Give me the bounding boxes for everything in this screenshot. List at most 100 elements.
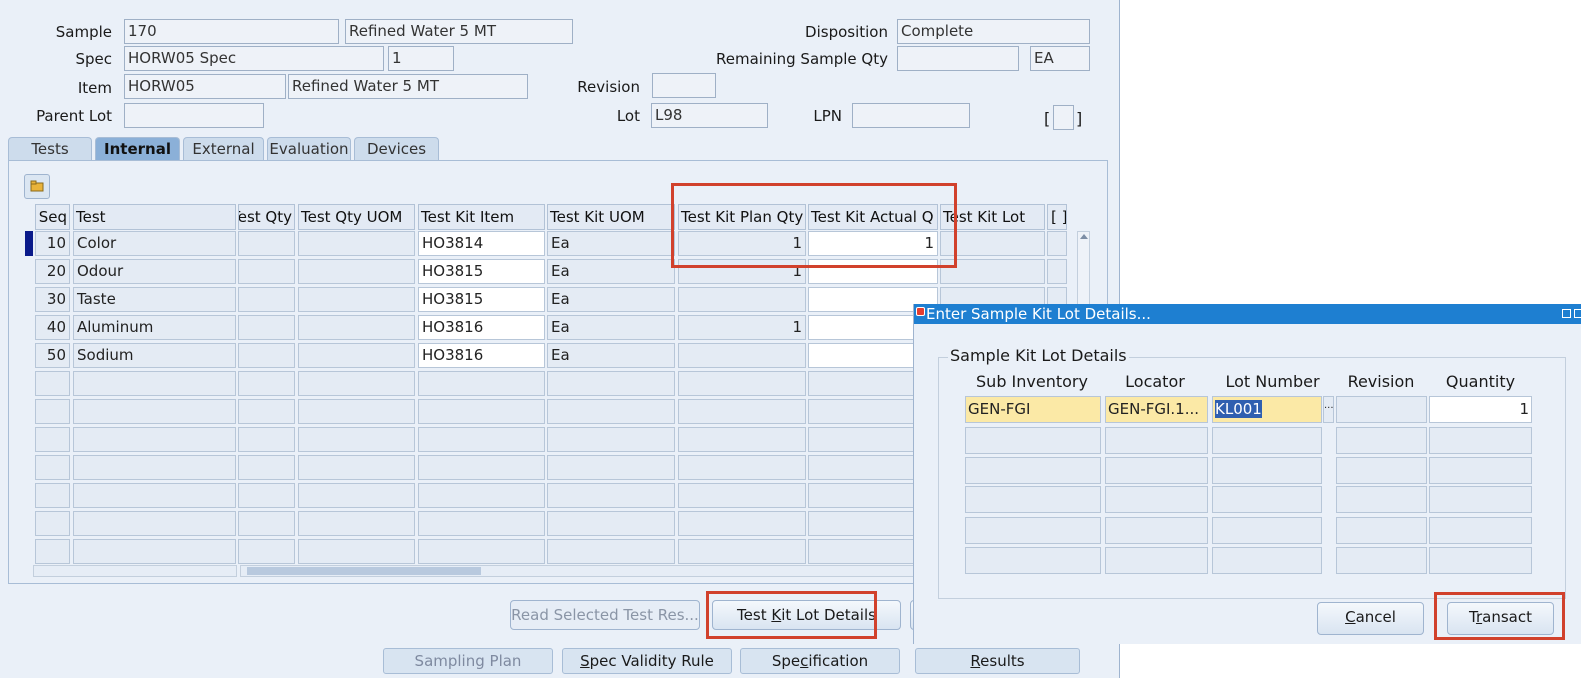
seq-cell[interactable]	[35, 371, 70, 396]
column-header-test-kit-uom[interactable]: Test Kit UOM	[547, 204, 675, 230]
cancel-button[interactable]: Cancel	[1317, 602, 1424, 635]
spec-validity-rule-button[interactable]: Spec Validity Rule	[562, 648, 732, 674]
test-qty-uom-cell[interactable]	[298, 427, 415, 452]
test-qty-cell[interactable]	[238, 399, 295, 424]
dialog-title-bar[interactable]: Enter Sample Kit Lot Details...	[914, 304, 1581, 324]
test-qty-cell[interactable]	[238, 315, 295, 340]
test-cell[interactable]: Sodium	[73, 343, 236, 368]
test-kit-uom-cell[interactable]: Ea	[547, 287, 675, 312]
dialog-close-icon[interactable]	[916, 307, 925, 316]
row-flexfield-cell[interactable]	[1047, 259, 1067, 284]
test-qty-uom-cell[interactable]	[298, 315, 415, 340]
test-kit-uom-cell[interactable]	[547, 539, 675, 564]
row-indicator[interactable]	[25, 371, 33, 396]
lot-number-cell[interactable]: KL001	[1212, 396, 1322, 423]
test-qty-uom-cell[interactable]	[298, 231, 415, 256]
test-qty-uom-cell[interactable]	[298, 399, 415, 424]
results-button[interactable]: Results	[915, 648, 1080, 674]
test-qty-cell[interactable]	[238, 231, 295, 256]
test-cell[interactable]	[73, 539, 236, 564]
tab-internal[interactable]: Internal	[95, 137, 180, 160]
seq-cell[interactable]: 40	[35, 315, 70, 340]
horizontal-scroll-thumb[interactable]	[247, 567, 481, 575]
lot-field[interactable]: L98	[651, 103, 768, 128]
specification-button[interactable]: Specification	[740, 648, 900, 674]
item-description-field[interactable]: Refined Water 5 MT	[288, 74, 528, 99]
spec-version-field[interactable]: 1	[388, 46, 454, 71]
row-indicator[interactable]	[25, 343, 33, 368]
lot-number-cell[interactable]	[1212, 517, 1322, 544]
tab-tests[interactable]: Tests	[8, 137, 92, 160]
column-header-flexfield[interactable]: [ ]	[1047, 204, 1067, 230]
test-qty-uom-cell[interactable]	[298, 511, 415, 536]
quantity-cell[interactable]	[1429, 427, 1532, 454]
test-kit-item-cell[interactable]: HO3816	[418, 343, 545, 368]
test-qty-uom-cell[interactable]	[298, 287, 415, 312]
revision-field[interactable]	[652, 73, 716, 98]
seq-cell[interactable]	[35, 427, 70, 452]
test-kit-uom-cell[interactable]: Ea	[547, 343, 675, 368]
revision-cell[interactable]	[1336, 517, 1427, 544]
left-horizontal-scrollbar[interactable]	[33, 565, 237, 577]
sub-inventory-cell[interactable]: GEN-FGI	[965, 396, 1101, 423]
locator-cell[interactable]	[1105, 517, 1208, 544]
test-kit-item-cell[interactable]: HO3815	[418, 259, 545, 284]
test-cell[interactable]: Color	[73, 231, 236, 256]
quantity-cell[interactable]	[1429, 517, 1532, 544]
spec-field[interactable]: HORW05 Spec	[124, 46, 384, 71]
test-qty-uom-cell[interactable]	[298, 371, 415, 396]
column-header-test-kit-item[interactable]: Test Kit Item	[418, 204, 545, 230]
locator-cell[interactable]: GEN-FGI.1...	[1105, 396, 1208, 423]
lot-number-cell[interactable]	[1212, 427, 1322, 454]
test-cell[interactable]: Aluminum	[73, 315, 236, 340]
test-qty-cell[interactable]	[238, 455, 295, 480]
item-field[interactable]: HORW05	[124, 74, 286, 99]
sub-inventory-cell[interactable]	[965, 457, 1101, 484]
locator-cell[interactable]	[1105, 547, 1208, 574]
test-kit-uom-cell[interactable]	[547, 511, 675, 536]
test-kit-plan-qty-cell[interactable]	[678, 399, 806, 424]
sample-description-field[interactable]: Refined Water 5 MT	[345, 19, 573, 44]
column-header-test[interactable]: Test	[73, 204, 236, 230]
test-kit-plan-qty-cell[interactable]	[678, 511, 806, 536]
test-kit-item-cell[interactable]	[418, 511, 545, 536]
test-cell[interactable]	[73, 427, 236, 452]
test-kit-item-cell[interactable]: HO3815	[418, 287, 545, 312]
test-kit-item-cell[interactable]: HO3816	[418, 315, 545, 340]
test-qty-cell[interactable]	[238, 343, 295, 368]
test-kit-uom-cell[interactable]: Ea	[547, 231, 675, 256]
test-kit-plan-qty-cell[interactable]	[678, 343, 806, 368]
test-kit-uom-cell[interactable]: Ea	[547, 259, 675, 284]
quantity-cell[interactable]	[1429, 547, 1532, 574]
test-kit-plan-qty-cell[interactable]	[678, 427, 806, 452]
tab-evaluation[interactable]: Evaluation	[267, 137, 351, 160]
descriptive-flexfield[interactable]	[1053, 105, 1074, 130]
row-indicator[interactable]	[25, 427, 33, 452]
test-kit-uom-cell[interactable]	[547, 483, 675, 508]
column-header-seq[interactable]: Seq	[35, 204, 70, 230]
tab-external[interactable]: External	[183, 137, 264, 160]
test-qty-cell[interactable]	[238, 427, 295, 452]
column-header-test-qty-uom[interactable]: Test Qty UOM	[298, 204, 415, 230]
lot-number-cell[interactable]	[1212, 547, 1322, 574]
row-indicator[interactable]	[25, 231, 33, 256]
test-kit-item-cell[interactable]: HO3814	[418, 231, 545, 256]
seq-cell[interactable]: 10	[35, 231, 70, 256]
row-flexfield-cell[interactable]	[1047, 231, 1067, 256]
tab-devices[interactable]: Devices	[354, 137, 439, 160]
test-cell[interactable]	[73, 399, 236, 424]
dialog-minimize-icon[interactable]	[1562, 309, 1571, 318]
seq-cell[interactable]: 30	[35, 287, 70, 312]
test-kit-plan-qty-cell[interactable]	[678, 539, 806, 564]
seq-cell[interactable]	[35, 539, 70, 564]
test-cell[interactable]	[73, 511, 236, 536]
quantity-cell[interactable]	[1429, 486, 1532, 513]
test-kit-plan-qty-cell[interactable]: 1	[678, 315, 806, 340]
test-qty-cell[interactable]	[238, 483, 295, 508]
test-qty-cell[interactable]	[238, 259, 295, 284]
test-kit-uom-cell[interactable]	[547, 371, 675, 396]
row-indicator[interactable]	[25, 399, 33, 424]
test-cell[interactable]	[73, 483, 236, 508]
test-kit-item-cell[interactable]	[418, 399, 545, 424]
test-kit-uom-cell[interactable]	[547, 455, 675, 480]
